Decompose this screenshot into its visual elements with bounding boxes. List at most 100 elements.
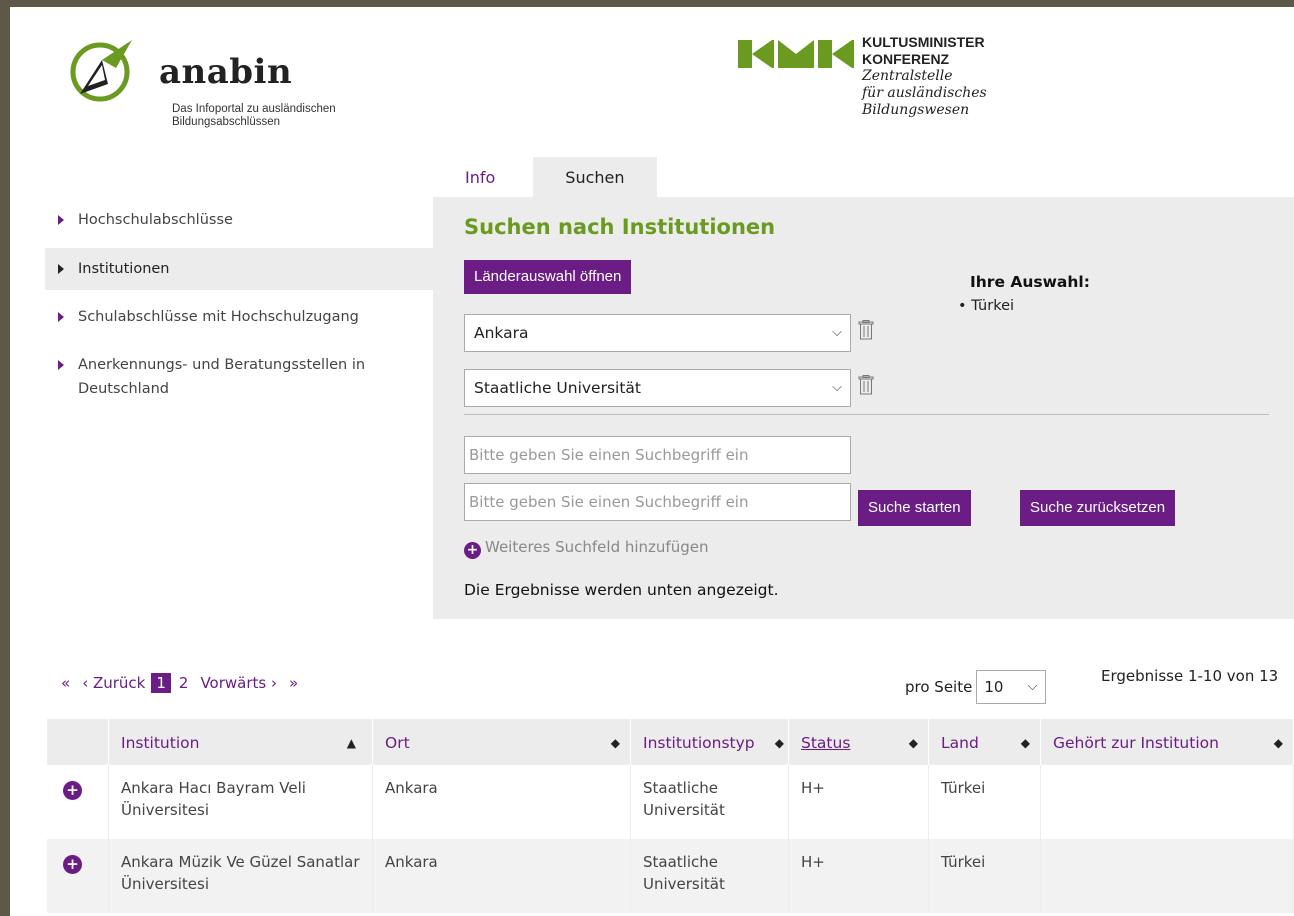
anabin-logo[interactable]: anabin Das Infoportal zu ausländischen B… — [62, 32, 462, 142]
cell-ort: Ankara — [373, 765, 631, 839]
sidebar-item-schulabschluesse[interactable]: Schulabschlüsse mit Hochschulzugang — [45, 296, 433, 338]
logo-subtitle-line1: Das Infoportal zu ausländischen — [172, 103, 336, 115]
sort-icon: ◆ — [1020, 736, 1030, 750]
table-header: Institution ▲ Ort ◆ Institutionstyp ◆ St… — [47, 719, 1294, 765]
chevron-down-icon: ⌵ — [1027, 679, 1038, 694]
cell-institution[interactable]: Ankara Müzik Ve Güzel Sanatlar Üniversit… — [109, 839, 373, 913]
prev-page-link[interactable]: ‹ Zurück — [82, 674, 145, 692]
kmk-name: KULTUSMINISTER KONFERENZ — [862, 34, 985, 68]
chevron-down-icon: ⌵ — [832, 325, 842, 340]
cell-institution[interactable]: Ankara Hacı Bayram Veli Üniversitesi — [109, 765, 373, 839]
results-table: Institution ▲ Ort ◆ Institutionstyp ◆ St… — [47, 719, 1294, 913]
column-institutionstyp[interactable]: Institutionstyp ◆ — [631, 719, 789, 765]
search-input-2[interactable]: Bitte geben Sie einen Suchbegriff ein — [464, 483, 851, 521]
table-row: + Ankara Hacı Bayram Veli Üniversitesi A… — [47, 765, 1294, 839]
caret-right-icon — [58, 215, 64, 225]
kmk-line2: KONFERENZ — [862, 51, 950, 67]
per-page-control: pro Seite 10 ⌵ — [905, 670, 1047, 704]
search-title: Suchen nach Institutionen — [464, 215, 776, 239]
divider — [464, 414, 1269, 415]
column-expand — [47, 719, 109, 765]
caret-right-icon — [58, 360, 64, 370]
search-panel: Suchen nach Institutionen Länderauswahl … — [433, 197, 1294, 619]
type-select[interactable]: Staatliche Universität ⌵ — [464, 369, 851, 407]
search-start-button[interactable]: Suche starten — [858, 490, 971, 526]
result-count: Ergebnisse 1-10 von 13 — [1101, 667, 1279, 685]
results-note: Die Ergebnisse werden unten angezeigt. — [464, 581, 779, 599]
plus-circle-icon: + — [464, 542, 481, 559]
kmk-line4: für ausländisches — [862, 85, 987, 101]
laender-auswahl-button[interactable]: Länderauswahl öffnen — [464, 260, 632, 294]
selection-item-label: Türkei — [971, 298, 1015, 314]
kmk-line3: Zentralstelle — [862, 68, 953, 84]
cell-institutionstyp: Staatliche Universität — [631, 765, 789, 839]
column-status[interactable]: Status ◆ — [789, 719, 929, 765]
selection-title: Ihre Auswahl: — [970, 273, 1090, 291]
sort-icon: ◆ — [908, 736, 918, 750]
last-page-link[interactable]: » — [289, 674, 298, 692]
first-page-link[interactable]: « — [61, 674, 70, 692]
caret-right-icon — [58, 312, 64, 322]
column-gehoert-zur-institution[interactable]: Gehört zur Institution ◆ — [1041, 719, 1294, 765]
tab-info[interactable]: Info — [433, 157, 533, 197]
cell-land: Türkei — [929, 765, 1041, 839]
tab-suchen[interactable]: Suchen — [533, 157, 657, 197]
per-page-select[interactable]: 10 ⌵ — [976, 670, 1047, 704]
sidebar-item-hochschulabschluesse[interactable]: Hochschulabschlüsse — [45, 199, 433, 241]
expand-cell: + — [47, 839, 109, 913]
sort-icon: ◆ — [774, 736, 784, 750]
add-search-field-link[interactable]: + Weiteres Suchfeld hinzufügen — [464, 536, 708, 559]
column-header-label: Institutionstyp — [643, 734, 755, 752]
next-page-link[interactable]: Vorwärts › — [200, 674, 277, 692]
column-institution[interactable]: Institution ▲ — [109, 719, 373, 765]
kmk-line1: KULTUSMINISTER — [862, 34, 985, 50]
expand-plus-icon[interactable]: + — [63, 781, 82, 800]
pagination: « ‹ Zurück 1 2 Vorwärts › » — [61, 673, 304, 693]
cell-gehoert — [1041, 839, 1294, 913]
kmk-logo[interactable]: KULTUSMINISTER KONFERENZ Zentralstelle f… — [738, 34, 1138, 144]
caret-right-icon — [58, 264, 64, 274]
kmk-subtitle: Zentralstelle für ausländisches Bildungs… — [862, 68, 987, 119]
sidebar-item-label: Hochschulabschlüsse — [78, 212, 233, 228]
sort-asc-icon: ▲ — [346, 736, 356, 750]
expand-plus-icon[interactable]: + — [63, 855, 82, 874]
chevron-down-icon: ⌵ — [832, 380, 842, 395]
sidebar: Hochschulabschlüsse Institutionen Schula… — [45, 199, 433, 410]
search-reset-button[interactable]: Suche zurücksetzen — [1020, 490, 1176, 526]
sort-icon: ◆ — [1273, 736, 1283, 750]
expand-cell: + — [47, 765, 109, 839]
column-header-label: Institution — [121, 734, 200, 752]
sidebar-item-institutionen[interactable]: Institutionen — [45, 248, 433, 290]
sidebar-item-label: Schulabschlüsse mit Hochschulzugang — [78, 309, 359, 325]
search-input-1[interactable]: Bitte geben Sie einen Suchbegriff ein — [464, 436, 851, 474]
trash-icon[interactable] — [857, 375, 875, 395]
per-page-label: pro Seite — [905, 678, 973, 696]
trash-icon[interactable] — [857, 320, 875, 340]
bullet-icon: • — [958, 298, 972, 314]
cell-land: Türkei — [929, 839, 1041, 913]
kmk-m-mark-icon — [778, 40, 814, 68]
cell-ort: Ankara — [373, 839, 631, 913]
cell-gehoert — [1041, 765, 1294, 839]
kmk-k-mark-icon — [738, 40, 774, 68]
sidebar-item-anerkennungsstellen[interactable]: Anerkennungs- und Beratungsstellen in De… — [45, 344, 433, 410]
column-header-label: Status — [801, 734, 851, 752]
kmk-line5: Bildungswesen — [862, 102, 970, 118]
page: anabin Das Infoportal zu ausländischen B… — [10, 7, 1294, 916]
kmk-k2-mark-icon — [818, 40, 854, 68]
sidebar-item-label: Institutionen — [78, 261, 170, 277]
column-ort[interactable]: Ort ◆ — [373, 719, 631, 765]
page-2-link[interactable]: 2 — [179, 674, 189, 692]
logo-subtitle-line2: Bildungsabschlüssen — [172, 116, 281, 128]
selection-item: • Türkei — [958, 298, 1014, 314]
logo-subtitle: Das Infoportal zu ausländischen Bildungs… — [172, 103, 412, 129]
logo-title: anabin — [159, 52, 293, 92]
current-page[interactable]: 1 — [151, 673, 171, 693]
column-header-label: Ort — [385, 734, 410, 752]
per-page-value: 10 — [984, 678, 1004, 696]
column-header-label: Land — [941, 734, 979, 752]
add-search-field-label: Weiteres Suchfeld hinzufügen — [485, 538, 709, 556]
city-select[interactable]: Ankara ⌵ — [464, 314, 851, 352]
city-select-value: Ankara — [474, 324, 529, 342]
column-land[interactable]: Land ◆ — [929, 719, 1041, 765]
